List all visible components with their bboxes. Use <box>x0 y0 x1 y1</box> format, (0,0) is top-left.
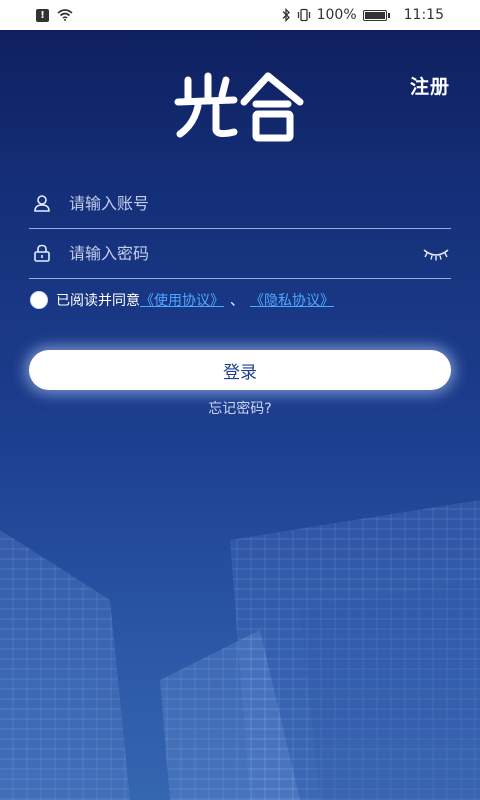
privacy-link[interactable]: 《隐私协议》 <box>250 290 334 310</box>
battery-percent: 100% <box>316 7 357 23</box>
password-input[interactable] <box>69 243 421 263</box>
clock: 11:15 <box>403 7 444 23</box>
account-input[interactable] <box>69 193 451 213</box>
password-field <box>29 228 451 279</box>
lock-icon <box>31 242 53 264</box>
login-button[interactable]: 登录 <box>29 350 451 390</box>
status-left: ! <box>36 8 73 22</box>
wifi-icon <box>57 9 73 21</box>
bluetooth-icon <box>282 8 290 22</box>
app-logo <box>174 72 304 142</box>
eye-closed-icon[interactable] <box>421 243 451 263</box>
status-right: 100% 11:15 <box>281 7 444 23</box>
buildings-background <box>0 500 480 800</box>
user-icon <box>31 192 53 214</box>
terms-link[interactable]: 《使用协议》 <box>140 290 224 310</box>
forgot-password-link: 忘记密码? <box>0 398 480 418</box>
vibrate-icon <box>297 8 310 22</box>
status-bar: ! 100% 11:15 <box>0 0 480 30</box>
agree-text: 已阅读并同意 <box>56 293 140 309</box>
agree-separator: 、 <box>230 293 244 309</box>
forgot-password-label[interactable]: 忘记密码? <box>208 401 271 417</box>
agreement-row: 已阅读并同意 《使用协议》 、 《隐私协议》 <box>30 290 334 310</box>
agree-checkbox[interactable] <box>30 291 48 309</box>
alert-icon: ! <box>36 8 49 22</box>
battery-icon <box>362 9 390 21</box>
register-link[interactable]: 注册 <box>410 72 450 99</box>
account-field <box>29 178 451 229</box>
login-screen: ! 100% 11:15 注册 请输入账号 已阅读并同意 《使用协议》 、 《隐… <box>0 0 480 800</box>
